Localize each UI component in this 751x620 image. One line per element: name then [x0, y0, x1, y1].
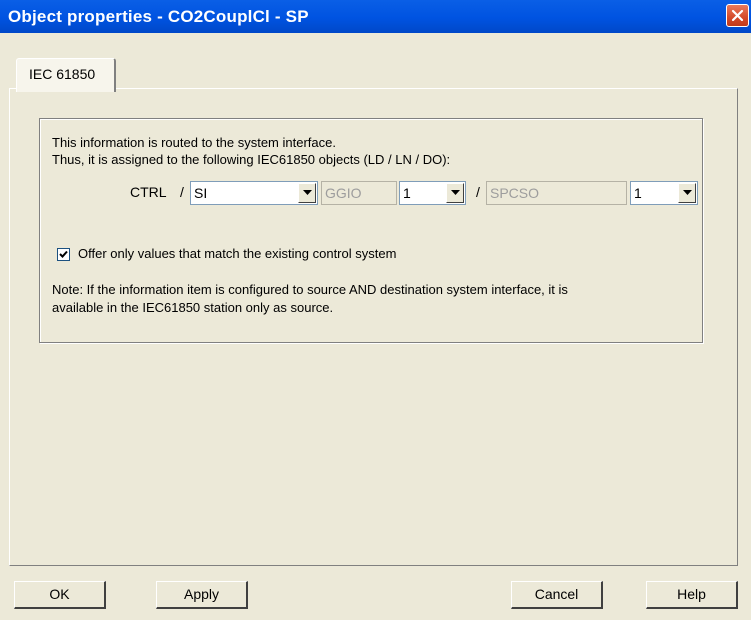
info-line-2: Thus, it is assigned to the following IE…: [52, 152, 451, 167]
ln-combo-value: GGIO: [325, 185, 362, 201]
note-line-2: available in the IEC61850 station only a…: [52, 300, 334, 315]
help-button[interactable]: Help: [646, 581, 738, 609]
ok-button-label: OK: [49, 586, 70, 602]
help-button-label: Help: [677, 586, 706, 602]
close-icon: [731, 9, 744, 22]
checkmark-icon: [59, 250, 68, 258]
chevron-down-icon: [451, 190, 460, 195]
do-instance-dropdown[interactable]: [678, 183, 696, 203]
tab-label: IEC 61850: [29, 66, 96, 82]
do-combo-value: SPCSO: [490, 185, 540, 201]
ln-instance-value: 1: [403, 185, 411, 201]
tab-panel: This information is routed to the system…: [9, 88, 738, 566]
ld-combo-dropdown[interactable]: [298, 183, 316, 203]
cancel-button[interactable]: Cancel: [511, 581, 603, 609]
ln-instance-combo[interactable]: 1: [399, 181, 466, 205]
chevron-down-icon: [303, 190, 312, 195]
apply-button[interactable]: Apply: [156, 581, 248, 609]
ok-button[interactable]: OK: [14, 581, 106, 609]
close-button[interactable]: [726, 4, 749, 27]
routing-group: This information is routed to the system…: [39, 118, 703, 343]
match-values-label[interactable]: Offer only values that match the existin…: [78, 246, 396, 261]
note-line-1: Note: If the information item is configu…: [52, 282, 568, 297]
title-bar: Object properties - CO2CouplCl - SP: [0, 0, 751, 33]
do-instance-combo[interactable]: 1: [630, 181, 698, 205]
match-values-checkbox[interactable]: [57, 248, 70, 261]
window-title: Object properties - CO2CouplCl - SP: [8, 7, 309, 26]
ld-prefix-label: CTRL: [130, 184, 167, 200]
ln-combo: GGIO: [321, 181, 397, 205]
separator-2: /: [476, 184, 480, 200]
tab-iec-61850[interactable]: IEC 61850: [16, 58, 116, 92]
chevron-down-icon: [683, 190, 692, 195]
do-combo: SPCSO: [486, 181, 627, 205]
ln-instance-dropdown[interactable]: [446, 183, 464, 203]
apply-button-label: Apply: [183, 586, 220, 602]
ld-combo[interactable]: SI: [190, 181, 318, 205]
separator-1: /: [180, 184, 184, 200]
do-instance-value: 1: [634, 185, 642, 201]
ld-combo-value: SI: [194, 185, 208, 201]
info-line-1: This information is routed to the system…: [52, 135, 336, 150]
cancel-button-label: Cancel: [534, 586, 579, 602]
